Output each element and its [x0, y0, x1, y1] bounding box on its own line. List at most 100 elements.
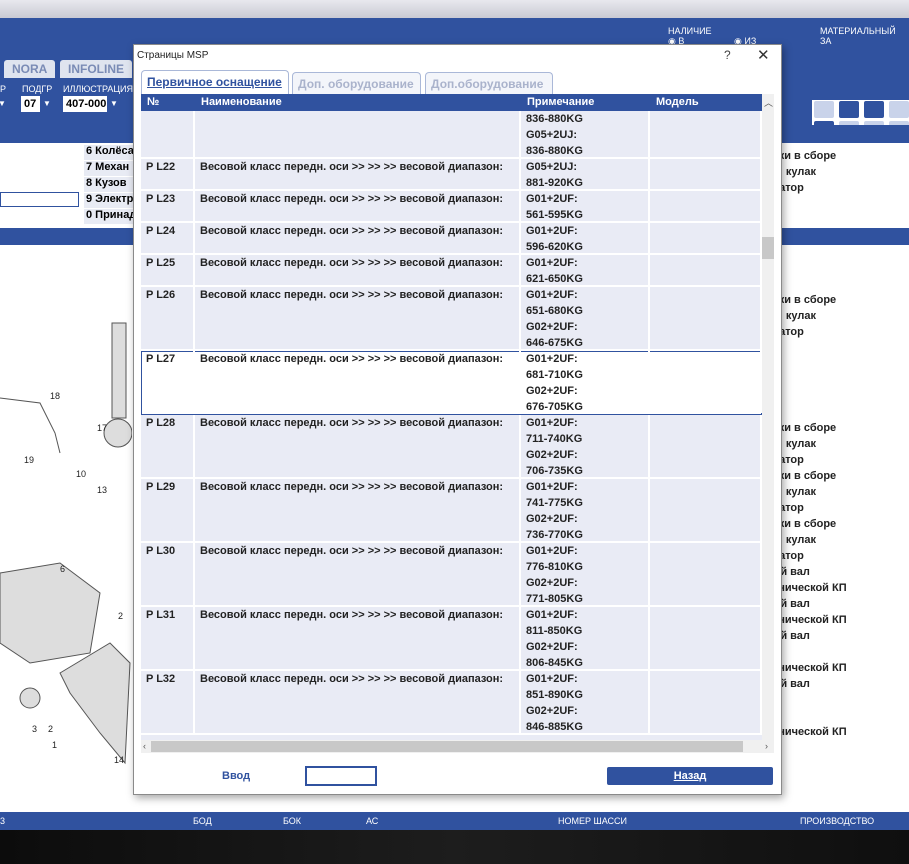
help-button[interactable]: ? — [724, 48, 731, 62]
cell-model — [650, 607, 762, 669]
note-line: 836-880KG — [526, 113, 583, 125]
desktop-background — [0, 830, 909, 864]
cell-note: G01+2UF: 681-710KG G02+2UF: 676-705KG — [521, 351, 650, 413]
cell-no: P L25 — [141, 255, 195, 285]
table-row[interactable]: P L24 Весовой класс передн. оси >> >> >> … — [141, 223, 762, 255]
column-header-note[interactable]: Примечание — [521, 96, 594, 108]
cell-no: P L22 — [141, 159, 195, 189]
handshake-icon[interactable] — [864, 101, 884, 118]
cell-model — [650, 351, 762, 413]
left-label: Р — [0, 84, 7, 94]
tab-infoline[interactable]: INFOLINE — [60, 60, 132, 78]
note-line: 621-650KG — [526, 273, 583, 285]
scroll-left-icon[interactable]: ‹ — [143, 741, 146, 751]
suspension-drawing — [0, 322, 133, 765]
status-field: 3 — [0, 816, 6, 826]
table-row[interactable]: P L22 Весовой класс передн. оси >> >> >> … — [141, 159, 762, 191]
scroll-thumb[interactable] — [151, 741, 743, 752]
note-line: G01+2UF: — [526, 673, 578, 685]
note-line: 846-885KG — [526, 721, 583, 733]
cell-name: Весовой класс передн. оси >> >> >> весов… — [195, 255, 521, 285]
cell-model — [650, 223, 762, 253]
close-button[interactable]: ✕ — [757, 46, 770, 64]
diagram-label: 2 — [48, 724, 54, 734]
note-line: 771-805KG — [526, 593, 583, 605]
note-line: G01+2UF: — [526, 257, 578, 269]
note-line: 741-775KG — [526, 497, 583, 509]
status-field: ПРОИЗВОДСТВО — [800, 816, 875, 826]
print-icon[interactable] — [814, 101, 834, 118]
table-row[interactable]: P L31 Весовой класс передн. оси >> >> >> … — [141, 607, 762, 671]
diagram-label: 6 — [60, 564, 66, 574]
column-header-name[interactable]: Наименование — [195, 96, 282, 108]
cell-name: Весовой класс передн. оси >> >> >> весов… — [195, 543, 521, 605]
cell-no: P L27 — [141, 351, 195, 413]
note-line: 811-850KG — [526, 625, 583, 637]
note-line: 561-595KG — [526, 209, 583, 221]
table-row[interactable]: P L32 Весовой класс передн. оси >> >> >> … — [141, 671, 762, 735]
note-line: 736-770KG — [526, 529, 583, 541]
table-row[interactable]: P L27 Весовой класс передн. оси >> >> >> … — [141, 351, 762, 415]
note-line: 806-845KG — [526, 657, 583, 669]
chevron-down-icon: ▼ — [0, 96, 9, 112]
status-field: БОД — [193, 816, 212, 826]
note-line: G05+2UJ: — [526, 161, 578, 173]
column-header-model[interactable]: Модель — [650, 96, 699, 108]
cell-no: P L30 — [141, 543, 195, 605]
tab-primary-equipment[interactable]: Первичное оснащение — [141, 70, 289, 95]
parts-diagram[interactable]: 18 17 19 10 13 6 2 3 2 1 14 — [0, 263, 133, 828]
note-line: 881-920KG — [526, 177, 583, 189]
cell-no: P L32 — [141, 671, 195, 733]
note-line: G02+2UF: — [526, 705, 578, 717]
cell-name: Весовой класс передн. оси >> >> >> весов… — [195, 287, 521, 349]
help-icon[interactable] — [889, 101, 909, 118]
cell-note: G01+2UF: 651-680KG G02+2UF: 646-675KG — [521, 287, 650, 349]
table-row[interactable]: P L25 Весовой класс передн. оси >> >> >> … — [141, 255, 762, 287]
note-line: 676-705KG — [526, 401, 583, 413]
cell-note: G01+2UF: 851-890KG G02+2UF: 846-885KG — [521, 671, 650, 733]
back-button[interactable]: Назад — [607, 767, 773, 785]
cell-name: Весовой класс передн. оси >> >> >> весов… — [195, 415, 521, 477]
tab-nora[interactable]: NORA — [4, 60, 56, 78]
chevron-down-icon: ▼ — [107, 96, 121, 112]
scroll-right-icon[interactable]: › — [765, 741, 768, 751]
podgr-select[interactable]: 07 ▼ — [20, 95, 55, 113]
table-row[interactable]: 836-880KG G05+2UJ: 836-880KG — [141, 111, 762, 159]
table-row[interactable]: P L30 Весовой класс передн. оси >> >> >> … — [141, 543, 762, 607]
podgr-label: ПОДГР — [22, 84, 53, 94]
table-row[interactable]: P L29 Весовой класс передн. оси >> >> >> … — [141, 479, 762, 543]
availability-label: НАЛИЧИЕ — [668, 26, 712, 36]
input-field[interactable] — [305, 766, 377, 786]
disc-icon[interactable] — [839, 101, 859, 118]
dialog-title: Страницы MSP — [137, 50, 209, 61]
note-line: G01+2UF: — [526, 481, 578, 493]
table-row[interactable]: P L28 Весовой класс передн. оси >> >> >> … — [141, 415, 762, 479]
table-row[interactable]: P L23 Весовой класс передн. оси >> >> >> … — [141, 191, 762, 223]
window-top-strip — [0, 0, 909, 18]
cell-model — [650, 111, 762, 157]
podgr-value: 07 — [24, 98, 37, 110]
cell-model — [650, 415, 762, 477]
selected-group-box[interactable] — [0, 192, 79, 207]
note-line: 706-735KG — [526, 465, 583, 477]
tab-additional-equipment[interactable]: Доп. оборудование — [292, 72, 421, 95]
vertical-scrollbar[interactable]: ︿ ﹀ — [762, 94, 774, 753]
scroll-thumb[interactable] — [762, 237, 774, 259]
table-row[interactable]: P L26 Весовой класс передн. оси >> >> >> … — [141, 287, 762, 351]
material-label: МАТЕРИАЛЬНЫЙ ЗА — [820, 26, 896, 46]
cell-name: Весовой класс передн. оси >> >> >> весов… — [195, 671, 521, 733]
note-line: 681-710KG — [526, 369, 583, 381]
cell-no: P L29 — [141, 479, 195, 541]
illustration-select[interactable]: 407-000 ▼ — [62, 95, 122, 113]
note-line: G01+2UF: — [526, 353, 578, 365]
tab-additional-equipment-2[interactable]: Доп.оборудование — [425, 72, 553, 95]
note-line: G02+2UF: — [526, 385, 578, 397]
chevron-down-icon: ▼ — [40, 96, 54, 112]
column-header-no[interactable]: № — [141, 96, 159, 108]
cell-name: Весовой класс передн. оси >> >> >> весов… — [195, 351, 521, 413]
cell-model — [650, 543, 762, 605]
horizontal-scrollbar[interactable]: ‹ › — [141, 740, 774, 753]
group-select[interactable]: ▼ — [0, 95, 10, 113]
scroll-up-icon[interactable]: ︿ — [764, 96, 773, 109]
cell-note: G01+2UF: 776-810KG G02+2UF: 771-805KG — [521, 543, 650, 605]
